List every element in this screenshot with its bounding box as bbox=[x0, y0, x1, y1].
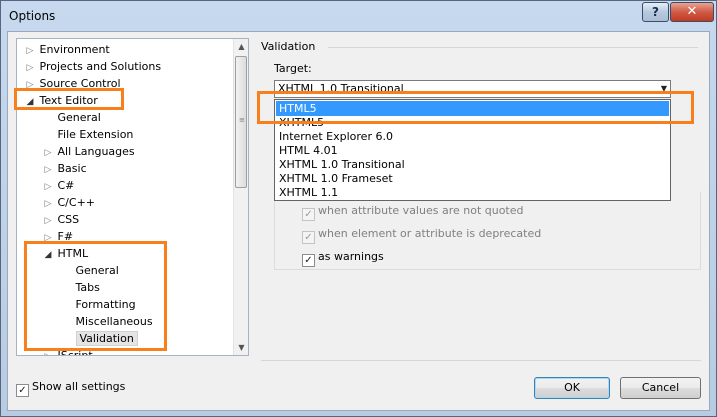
tree-item-label: HTML bbox=[57, 247, 89, 260]
options-dialog: Options ? ✕ ▷ Environment ▷ Projects and … bbox=[0, 0, 717, 417]
tree-item[interactable]: Miscellaneous bbox=[60, 313, 153, 330]
checkbox-show-all[interactable]: ✓ bbox=[16, 384, 29, 397]
tree-item-label: Validation bbox=[75, 331, 138, 346]
expander-icon[interactable]: ▷ bbox=[42, 349, 54, 355]
tree-item[interactable]: File Extension bbox=[42, 126, 134, 143]
dropdown-option[interactable]: XHTML 1.0 Transitional bbox=[276, 157, 669, 172]
tree-item-label: All Languages bbox=[57, 145, 135, 158]
footer-divider bbox=[261, 360, 701, 361]
show-all-settings[interactable]: ✓ Show all settings bbox=[16, 380, 125, 397]
tree-item[interactable]: ◢ Text Editor bbox=[24, 92, 98, 109]
tree-item[interactable]: ▷ Source Control bbox=[24, 75, 121, 92]
cancel-button[interactable]: Cancel bbox=[620, 377, 701, 399]
dropdown-option[interactable]: Internet Explorer 6.0 bbox=[276, 129, 669, 144]
checkbox-label: when attribute values are not quoted bbox=[318, 204, 524, 217]
tree-item-label: JScript bbox=[57, 349, 93, 356]
heading-divider bbox=[328, 47, 698, 48]
window-title: Options bbox=[9, 9, 56, 23]
target-label: Target: bbox=[274, 62, 312, 75]
tree-item-label: Basic bbox=[57, 162, 87, 175]
expander-icon[interactable]: ◢ bbox=[42, 247, 54, 264]
tree-item-label: Text Editor bbox=[39, 94, 98, 107]
tree-item[interactable]: Tabs bbox=[60, 279, 100, 296]
scroll-up-icon[interactable]: ▲ bbox=[234, 39, 248, 54]
tree-item[interactable]: ▷ F# bbox=[42, 228, 74, 245]
checkbox-deprecated[interactable]: ✓ bbox=[302, 231, 315, 244]
options-tree: ▷ Environment ▷ Projects and Solutions ▷ S… bbox=[16, 38, 249, 356]
option-unquoted-attributes[interactable]: ✓ when attribute values are not quoted bbox=[302, 204, 524, 221]
target-dropdown-list: HTML5 XHTML5 Internet Explorer 6.0 HTML … bbox=[274, 99, 671, 201]
tree-item[interactable]: ▷ C/C++ bbox=[42, 194, 95, 211]
option-as-warnings[interactable]: ✓ as warnings bbox=[302, 250, 384, 267]
tree-item[interactable]: Formatting bbox=[60, 296, 136, 313]
tree-item[interactable]: Validation bbox=[60, 330, 138, 347]
tree-item-label: Environment bbox=[39, 43, 110, 56]
dropdown-arrow-icon[interactable]: ▼ bbox=[661, 81, 667, 97]
tree-item[interactable]: ▷ JScript bbox=[42, 347, 93, 356]
tree-item-label: F# bbox=[57, 230, 74, 243]
dialog-body: ▷ Environment ▷ Projects and Solutions ▷ S… bbox=[7, 31, 710, 411]
tree-item[interactable]: ▷ All Languages bbox=[42, 143, 135, 160]
scrollbar-thumb[interactable]: ≡ bbox=[235, 56, 247, 188]
tree-item[interactable]: General bbox=[42, 109, 101, 126]
show-all-label: Show all settings bbox=[32, 380, 126, 393]
tree-item[interactable]: ▷ C# bbox=[42, 177, 75, 194]
tree-item[interactable]: ▷ Projects and Solutions bbox=[24, 58, 162, 75]
tree-item[interactable]: ▷ Environment bbox=[24, 41, 110, 58]
help-button[interactable]: ? bbox=[642, 2, 669, 22]
title-bar[interactable]: Options ? ✕ bbox=[1, 1, 716, 31]
tree-scrollbar[interactable]: ▲ ≡ ▼ bbox=[233, 39, 248, 355]
tree-item-label: File Extension bbox=[57, 128, 134, 141]
tree-item-label: Miscellaneous bbox=[75, 315, 153, 328]
grip-icon: ≡ bbox=[239, 116, 245, 124]
tree-item-label: CSS bbox=[57, 213, 80, 226]
tree-item-label: C/C++ bbox=[57, 196, 96, 209]
target-combobox[interactable]: XHTML 1.0 Transitional ▼ bbox=[274, 80, 671, 98]
section-heading: Validation bbox=[261, 40, 316, 53]
tree-item-label: Formatting bbox=[75, 298, 136, 311]
option-deprecated[interactable]: ✓ when element or attribute is deprecated bbox=[302, 227, 542, 244]
tree-item-label: Tabs bbox=[75, 281, 100, 294]
dropdown-option[interactable]: XHTML5 bbox=[276, 115, 669, 130]
dropdown-option[interactable]: XHTML 1.1 bbox=[276, 185, 669, 200]
tree-item-label: General bbox=[57, 111, 101, 124]
tree-item[interactable]: ▷ CSS bbox=[42, 211, 80, 228]
tree-item-label: Projects and Solutions bbox=[39, 60, 162, 73]
tree-item[interactable]: ◢ HTML bbox=[42, 245, 89, 264]
tree-item-label: C# bbox=[57, 179, 75, 192]
expander-icon[interactable]: ◢ bbox=[24, 94, 36, 111]
dropdown-option[interactable]: HTML 4.01 bbox=[276, 143, 669, 158]
checkbox-unquoted[interactable]: ✓ bbox=[302, 208, 315, 221]
checkbox-as-warnings[interactable]: ✓ bbox=[302, 254, 315, 267]
tree-item[interactable]: General bbox=[60, 262, 119, 279]
checkbox-label: as warnings bbox=[318, 250, 384, 263]
dropdown-option[interactable]: HTML5 bbox=[276, 101, 669, 116]
close-button[interactable]: ✕ bbox=[670, 2, 714, 22]
tree-item-label: Source Control bbox=[39, 77, 121, 90]
tree-item[interactable]: ▷ Basic bbox=[42, 160, 87, 177]
scroll-down-icon[interactable]: ▼ bbox=[234, 340, 248, 355]
tree-item-label: General bbox=[75, 264, 119, 277]
checkbox-label: when element or attribute is deprecated bbox=[318, 227, 542, 240]
ok-button[interactable]: OK bbox=[534, 377, 610, 399]
dropdown-option[interactable]: XHTML 1.0 Frameset bbox=[276, 171, 669, 186]
target-value: XHTML 1.0 Transitional bbox=[278, 82, 404, 95]
